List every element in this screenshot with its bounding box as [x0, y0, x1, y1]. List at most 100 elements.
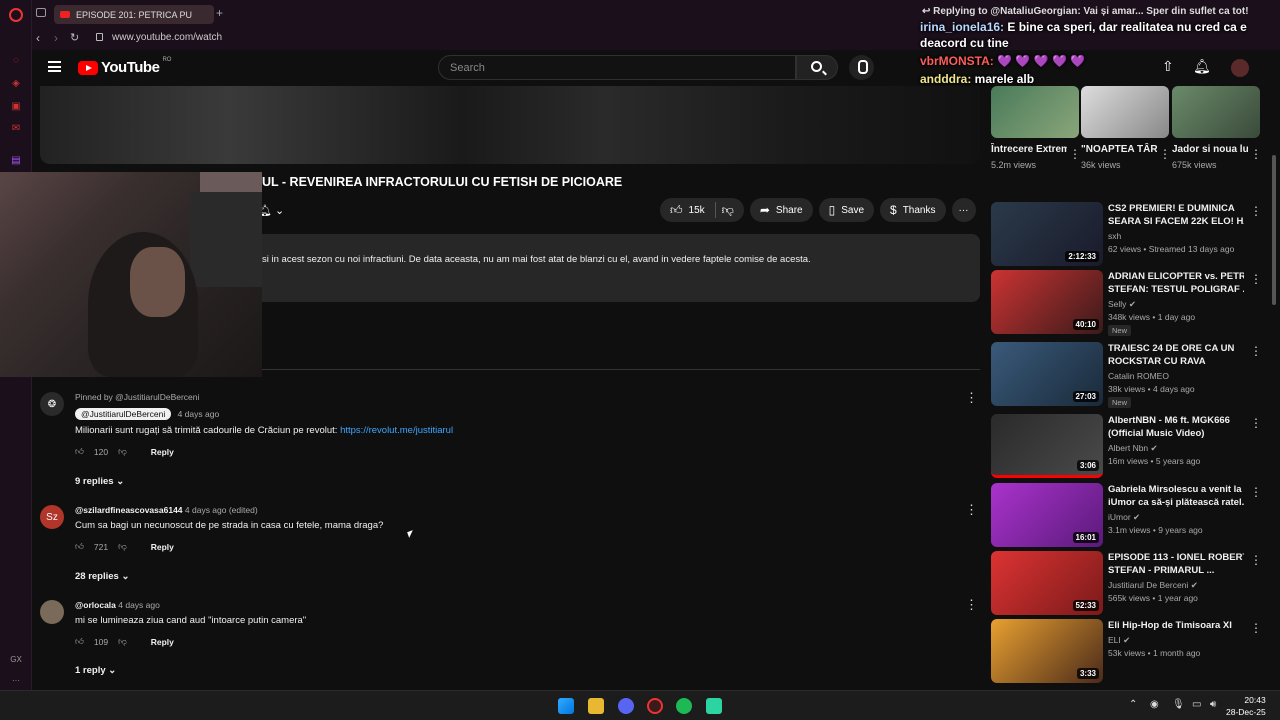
video-thumbnail[interactable]: 16:01 [991, 483, 1103, 547]
video-menu-icon[interactable]: ⋮ [1250, 553, 1262, 567]
recommendation-item[interactable]: 27:03 TRAIESC 24 DE ORE CA UN ROCKSTAR CU… [991, 342, 1262, 408]
video-thumbnail[interactable]: 3:33 [991, 619, 1103, 683]
video-thumbnail[interactable]: 3:06 [991, 414, 1103, 478]
recommendation-item[interactable]: 52:33 EPISODE 113 - IONEL ROBERT STEFAN -… [991, 551, 1262, 615]
windows-start-icon[interactable] [558, 698, 574, 714]
aria-icon[interactable]: ◌ [9, 53, 23, 67]
video-thumbnail[interactable]: 27:03 [991, 342, 1103, 406]
comment-time[interactable]: 4 days ago (edited) [185, 505, 258, 515]
comment-time[interactable]: 4 days ago [118, 600, 160, 610]
video-menu-icon[interactable]: ⋮ [1250, 416, 1262, 430]
video-menu-icon[interactable]: ⋮ [1159, 147, 1171, 161]
video-title[interactable]: Întrecere Extremă 2: ... [991, 143, 1067, 157]
search-input[interactable]: Search [438, 55, 796, 80]
speaker-icon[interactable]: 🔊︎ [1210, 699, 1216, 710]
menu-icon[interactable] [48, 61, 61, 72]
youtube-logo[interactable]: YouTube RO [78, 57, 171, 76]
recommendation-item[interactable]: 16:01 Gabriela Mirsolescu a venit la iUmo… [991, 483, 1262, 547]
comment-author[interactable]: @szilardfineascovasa6144 [75, 505, 183, 515]
save-button[interactable]: ▯ Save [818, 198, 875, 222]
thumbs-down-icon[interactable]: 👎︎ [722, 203, 734, 218]
video-title[interactable]: Jador si noua lui ... [1172, 143, 1248, 157]
comment-time[interactable]: 4 days ago [178, 409, 220, 419]
video-menu-icon[interactable]: ⋮ [1250, 272, 1262, 286]
video-menu-icon[interactable]: ⋮ [1069, 147, 1081, 161]
opera-gx-icon[interactable] [647, 698, 663, 714]
channel-name[interactable]: Justitiarul De Berceni ✔ [1108, 580, 1198, 591]
gx-icon[interactable]: GX [9, 652, 23, 666]
video-title[interactable]: Gabriela Mirsolescu a venit la iUmor ca s… [1108, 483, 1244, 509]
channel-name[interactable]: Albert Nbn ✔ [1108, 443, 1158, 454]
thumbs-up-icon[interactable]: 👍︎ [75, 636, 84, 647]
more-actions-button[interactable]: ··· [951, 198, 976, 222]
video-title[interactable]: AlbertNBN - M6 ft. MGK666 (Official Music… [1108, 414, 1244, 440]
display-icon[interactable]: ▭ [1192, 699, 1201, 710]
spotify-icon[interactable] [676, 698, 692, 714]
video-thumbnail[interactable]: 2:12:33 [991, 202, 1103, 266]
reply-button[interactable]: Reply [151, 542, 174, 552]
video-player[interactable] [40, 86, 980, 164]
thumbs-down-icon[interactable]: 👎︎ [118, 636, 127, 647]
channel-name[interactable]: Selly ✔ [1108, 299, 1136, 310]
revolut-link[interactable]: https://revolut.me/justitiarul [340, 425, 453, 436]
opera-logo-icon[interactable] [9, 8, 23, 22]
tab-overview-icon[interactable] [36, 8, 46, 17]
twitch-icon[interactable]: ▤ [9, 153, 23, 167]
system-clock[interactable]: 20:43 28-Dec-25 [1226, 694, 1266, 718]
discord-tray-icon[interactable]: ◉ [1150, 699, 1159, 710]
thanks-button[interactable]: $ Thanks [880, 198, 946, 222]
top-rec-card[interactable]: Jador si noua lui ... 675k views ⋮ [1172, 86, 1262, 170]
video-thumbnail[interactable] [991, 86, 1079, 138]
channel-name[interactable]: ELI ✔ [1108, 635, 1130, 646]
video-title[interactable]: TRAIESC 24 DE ORE CA UN ROCKSTAR CU RAVA [1108, 342, 1244, 368]
comment-author[interactable]: @orlocala [75, 600, 116, 610]
search-button[interactable] [796, 55, 838, 80]
app-icon[interactable] [706, 698, 722, 714]
avatar[interactable] [40, 600, 64, 624]
channel-name[interactable]: iUmor ✔ [1108, 512, 1140, 523]
voice-search-button[interactable] [849, 55, 874, 80]
reload-icon[interactable]: ↻ [70, 31, 79, 44]
view-replies-button[interactable]: 28 replies ⌄ [75, 571, 129, 582]
like-button[interactable]: 👍︎ 15k 👎︎ [660, 198, 744, 222]
scrollbar[interactable] [1272, 155, 1276, 305]
video-title[interactable]: ADRIAN ELICOPTER vs. PETRE STEFAN: TESTUL… [1108, 270, 1244, 296]
video-menu-icon[interactable]: ⋮ [1250, 147, 1262, 161]
thumbs-up-icon[interactable]: 👍︎ [75, 541, 84, 552]
video-menu-icon[interactable]: ⋮ [1250, 204, 1262, 218]
comment-menu-icon[interactable]: ⋮ [965, 597, 978, 613]
recommendation-item[interactable]: 40:10 ADRIAN ELICOPTER vs. PETRE STEFAN: … [991, 270, 1262, 336]
chevron-up-icon[interactable]: ⌃ [1129, 699, 1137, 710]
file-explorer-icon[interactable] [588, 698, 604, 714]
forward-icon[interactable]: › [54, 31, 58, 45]
channel-name[interactable]: Catalin ROMEO [1108, 371, 1169, 381]
comment-menu-icon[interactable]: ⋮ [965, 390, 978, 406]
more-icon[interactable]: ··· [9, 673, 23, 687]
recommendation-item[interactable]: 3:33 Eli Hip-Hop de Timisoara XI ELI ✔ 5… [991, 619, 1262, 683]
video-menu-icon[interactable]: ⋮ [1250, 621, 1262, 635]
browser-tab[interactable]: EPISODE 201: PETRICA PU [54, 5, 214, 24]
share-button[interactable]: ➦ Share [749, 198, 813, 222]
channel-name[interactable]: sxh [1108, 231, 1121, 241]
reply-button[interactable]: Reply [151, 637, 174, 647]
view-replies-button[interactable]: 1 reply ⌄ [75, 665, 116, 676]
top-rec-card[interactable]: "NOAPTEA TÂRZIU NU... 36k views ⋮ [1081, 86, 1171, 170]
video-thumbnail[interactable]: 52:33 [991, 551, 1103, 615]
discord-icon[interactable] [618, 698, 634, 714]
thumbs-down-icon[interactable]: 👎︎ [118, 446, 127, 457]
avatar[interactable]: Sz [40, 505, 64, 529]
recommendation-item[interactable]: 2:12:33 CS2 PREMIER! E DUMINICA SEARA SI … [991, 202, 1262, 266]
top-rec-card[interactable]: Întrecere Extremă 2: ... 5.2m views ⋮ [991, 86, 1081, 170]
avatar[interactable]: ❂ [40, 392, 64, 416]
thumbs-down-icon[interactable]: 👎︎ [118, 541, 127, 552]
video-thumbnail[interactable] [1172, 86, 1260, 138]
crypto-wallet-icon[interactable]: ◈ [9, 76, 23, 90]
video-thumbnail[interactable]: 40:10 [991, 270, 1103, 334]
messenger-icon[interactable]: ✉ [9, 121, 23, 135]
url-field[interactable]: www.youtube.com/watch [112, 32, 222, 43]
video-title[interactable]: "NOAPTEA TÂRZIU NU... [1081, 143, 1157, 157]
description-box[interactable]: si in acest sezon cu noi infractiuni. De… [262, 234, 980, 302]
video-title[interactable]: EPISODE 113 - IONEL ROBERT STEFAN - PRIMA… [1108, 551, 1244, 577]
video-thumbnail[interactable] [1081, 86, 1169, 138]
view-replies-button[interactable]: 9 replies ⌄ [75, 476, 124, 487]
